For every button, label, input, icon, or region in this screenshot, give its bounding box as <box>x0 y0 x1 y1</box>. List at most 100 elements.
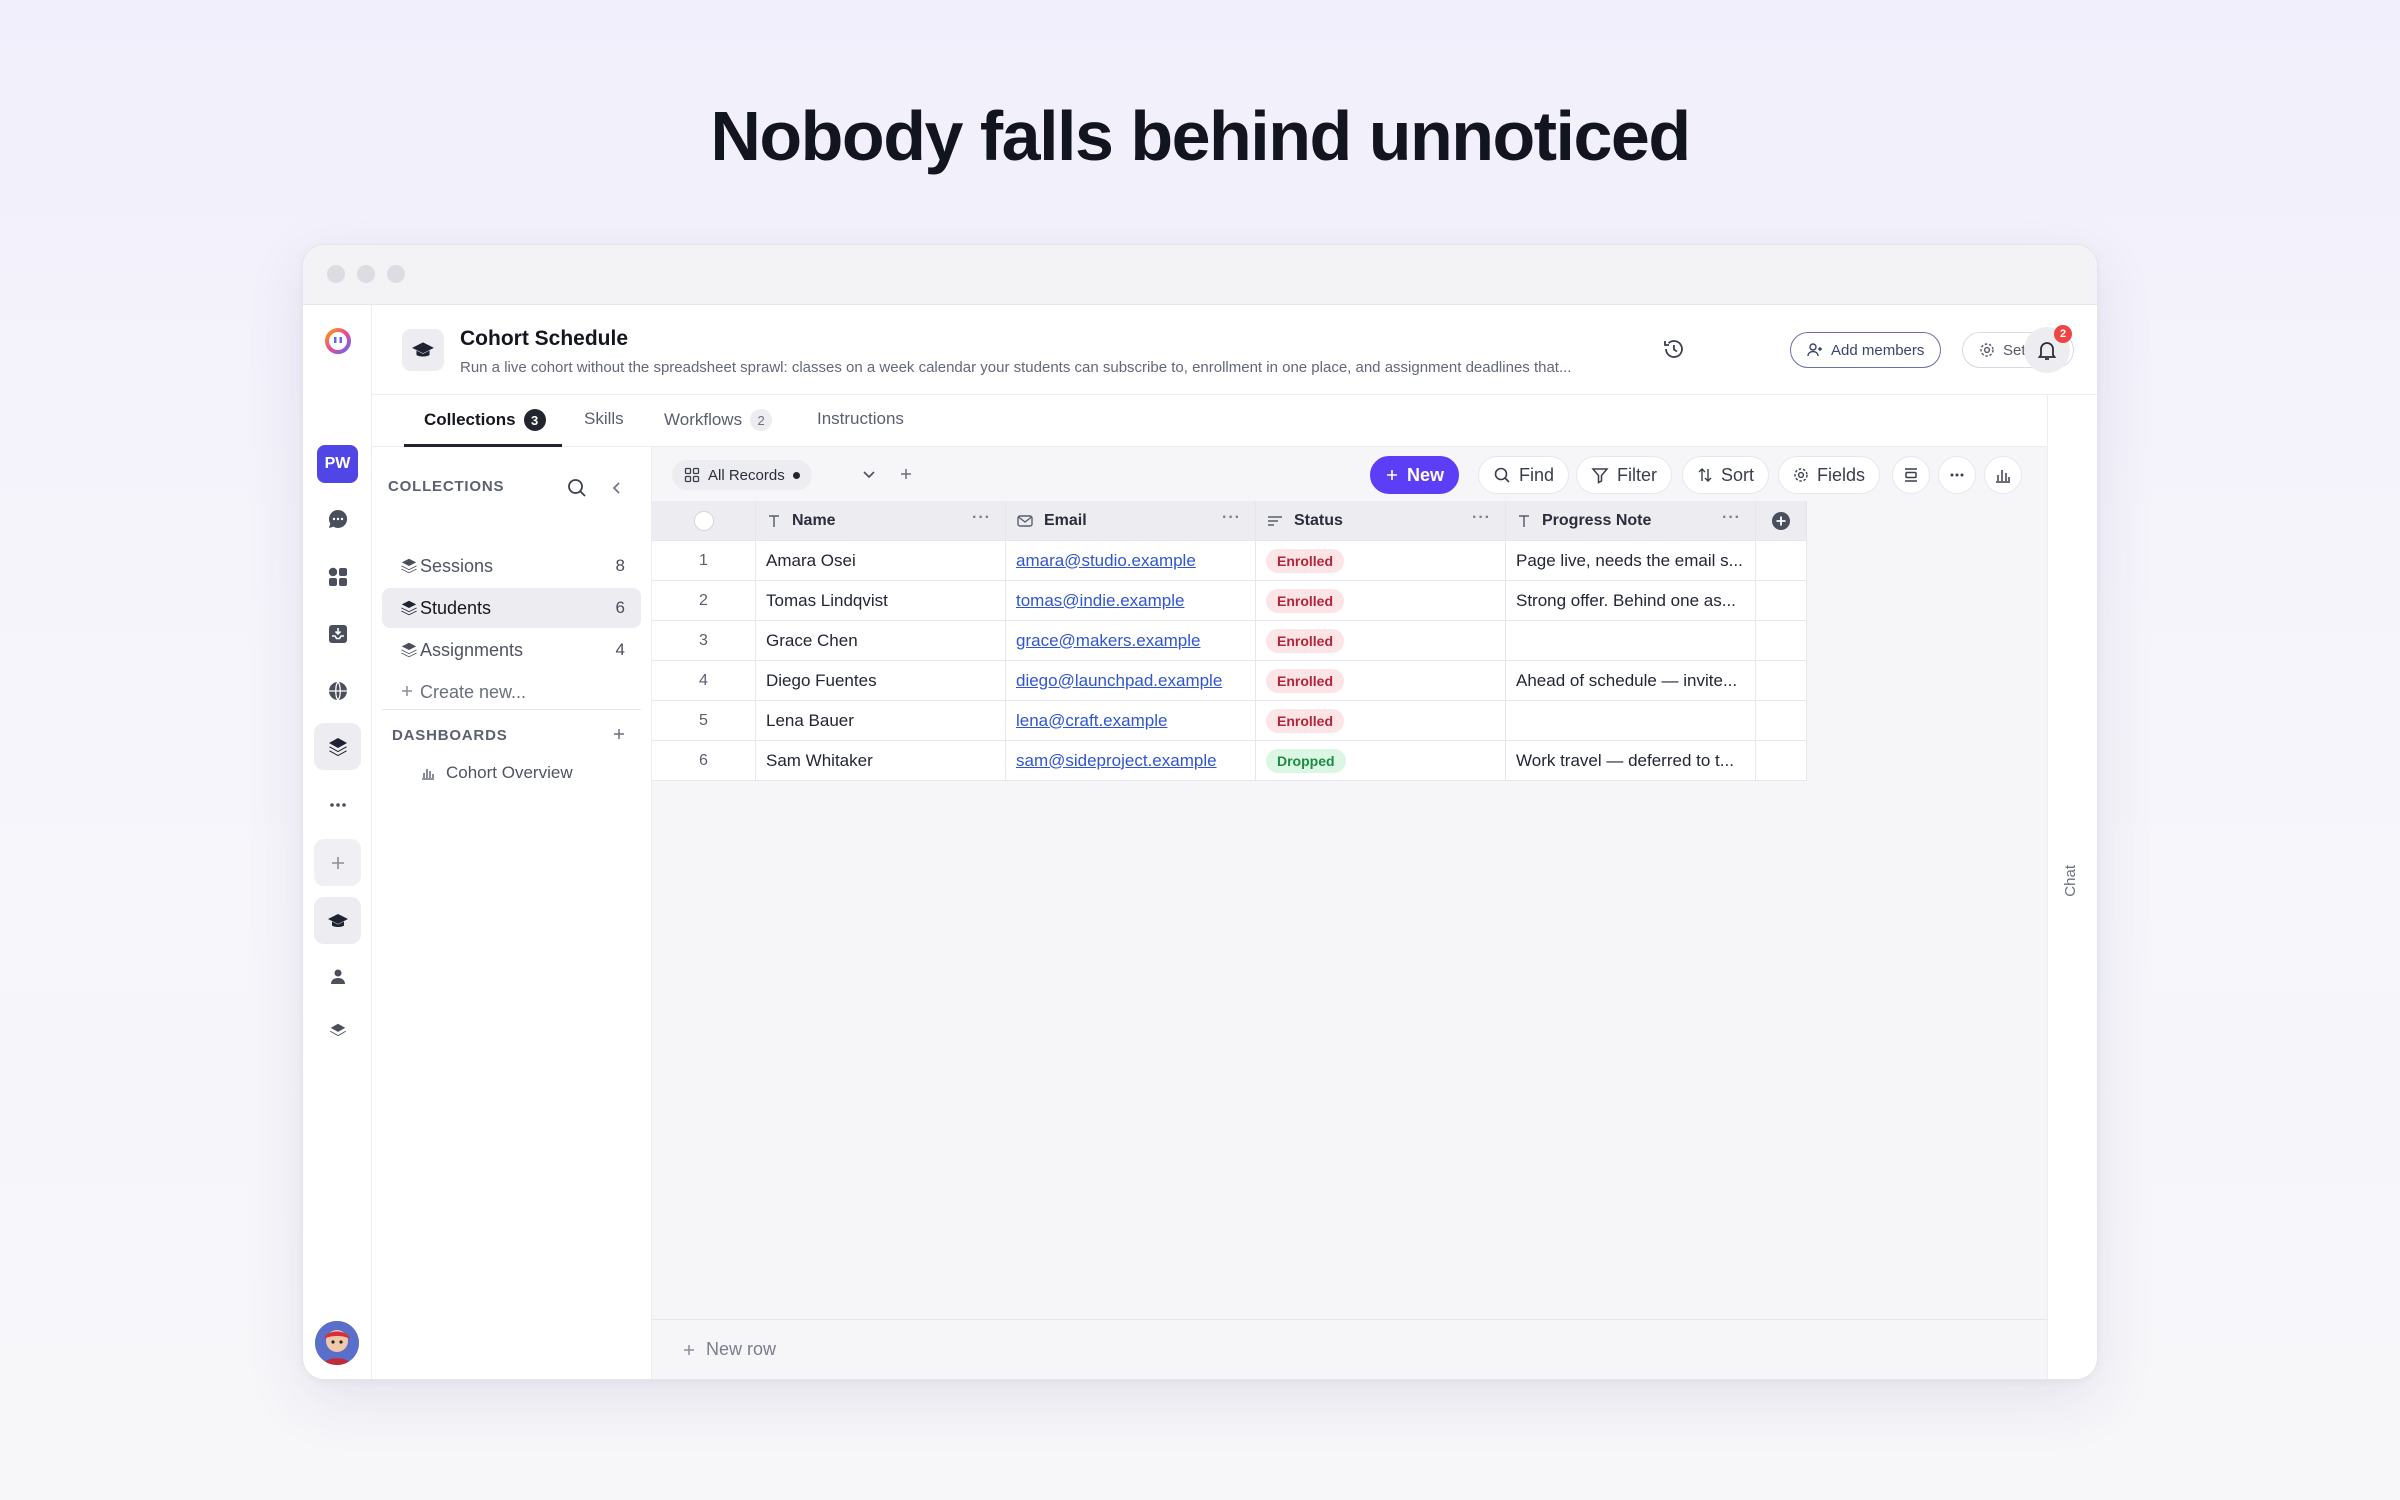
note-text: Work travel — deferred to t... <box>1516 750 1734 770</box>
tab-skills[interactable]: Skills <box>584 409 624 429</box>
row-number[interactable]: 6 <box>652 741 756 781</box>
column-menu-icon[interactable]: ··· <box>1722 509 1741 527</box>
workspace-avatar[interactable]: PW <box>317 445 358 483</box>
progress-note-cell[interactable]: Strong offer. Behind one as... <box>1506 581 1756 621</box>
select-all-checkbox[interactable] <box>693 510 714 531</box>
bar-chart-icon[interactable] <box>1984 456 2022 494</box>
name-cell[interactable]: Amara Osei <box>756 541 1006 581</box>
history-icon[interactable] <box>1662 337 1686 366</box>
more-options-icon[interactable] <box>1938 456 1976 494</box>
find-label: Find <box>1519 464 1555 485</box>
filter-button[interactable]: Filter <box>1576 456 1672 494</box>
progress-note-cell[interactable] <box>1506 621 1756 661</box>
column-header-email[interactable]: Email ··· <box>1006 501 1256 541</box>
add-members-button[interactable]: Add members <box>1790 332 1942 368</box>
row-number[interactable]: 3 <box>652 621 756 661</box>
notifications-button[interactable]: 2 <box>2024 325 2072 373</box>
table-row[interactable]: 2 Tomas Lindqvist tomas@indie.example Enrol… <box>652 581 1807 621</box>
apps-grid-icon[interactable] <box>314 553 361 600</box>
email-link[interactable]: diego@launchpad.example <box>1016 671 1222 691</box>
name-cell[interactable]: Diego Fuentes <box>756 661 1006 701</box>
add-view-icon[interactable] <box>898 466 914 487</box>
name-cell[interactable]: Lena Bauer <box>756 701 1006 741</box>
find-button[interactable]: Find <box>1478 456 1570 494</box>
email-cell[interactable]: amara@studio.example <box>1006 541 1256 581</box>
sidebar-item-students[interactable]: Students 6 <box>382 588 641 628</box>
table-row[interactable]: 5 Lena Bauer lena@craft.example Enrolled <box>652 701 1807 741</box>
tab-instructions[interactable]: Instructions <box>817 409 904 429</box>
progress-note-cell[interactable]: Page live, needs the email s... <box>1506 541 1756 581</box>
chevron-down-icon[interactable] <box>860 465 878 488</box>
app-logo-icon[interactable] <box>314 317 361 364</box>
table-row[interactable]: 3 Grace Chen grace@makers.example Enrolled <box>652 621 1807 661</box>
chat-bubble-icon[interactable] <box>314 495 361 542</box>
name-cell[interactable]: Grace Chen <box>756 621 1006 661</box>
row-number[interactable]: 4 <box>652 661 756 701</box>
email-link[interactable]: amara@studio.example <box>1016 551 1196 571</box>
name-cell[interactable]: Tomas Lindqvist <box>756 581 1006 621</box>
email-link[interactable]: tomas@indie.example <box>1016 591 1184 611</box>
graduation-cap-icon[interactable] <box>314 897 361 944</box>
name-cell[interactable]: Sam Whitaker <box>756 741 1006 781</box>
column-menu-icon[interactable]: ··· <box>1472 509 1491 527</box>
view-label: All Records <box>708 466 785 484</box>
status-cell[interactable]: Enrolled <box>1256 661 1506 701</box>
status-cell[interactable]: Enrolled <box>1256 621 1506 661</box>
table-row[interactable]: 6 Sam Whitaker sam@sideproject.example Drop… <box>652 741 1807 781</box>
email-link[interactable]: lena@craft.example <box>1016 711 1167 731</box>
layers-icon <box>401 600 417 616</box>
row-height-icon[interactable] <box>1892 456 1930 494</box>
status-cell[interactable]: Dropped <box>1256 741 1506 781</box>
row-number[interactable]: 2 <box>652 581 756 621</box>
progress-note-cell[interactable]: Work travel — deferred to t... <box>1506 741 1756 781</box>
column-header-name[interactable]: Name ··· <box>756 501 1006 541</box>
sidebar-item-assignments[interactable]: Assignments 4 <box>382 630 641 670</box>
progress-note-cell[interactable]: Ahead of schedule — invite... <box>1506 661 1756 701</box>
email-cell[interactable]: sam@sideproject.example <box>1006 741 1256 781</box>
window-close-dot[interactable] <box>327 265 345 283</box>
layers-icon[interactable] <box>314 1007 361 1054</box>
status-cell[interactable]: Enrolled <box>1256 541 1506 581</box>
window-minimize-dot[interactable] <box>357 265 375 283</box>
tab-collections[interactable]: Collections 3 <box>424 409 546 431</box>
column-menu-icon[interactable]: ··· <box>972 509 991 527</box>
collapse-sidebar-icon[interactable] <box>608 479 626 502</box>
view-selector[interactable]: All Records <box>672 460 812 490</box>
person-icon[interactable] <box>314 953 361 1000</box>
progress-note-cell[interactable] <box>1506 701 1756 741</box>
status-cell[interactable]: Enrolled <box>1256 581 1506 621</box>
collections-layers-icon[interactable] <box>314 723 361 770</box>
fields-button[interactable]: Fields <box>1778 456 1881 494</box>
table-row[interactable]: 4 Diego Fuentes diego@launchpad.example Enr… <box>652 661 1807 701</box>
sidebar-item-sessions[interactable]: Sessions 8 <box>382 546 641 586</box>
chat-panel-toggle[interactable]: Chat <box>2047 395 2097 1379</box>
user-avatar[interactable] <box>315 1321 359 1365</box>
sort-button[interactable]: Sort <box>1682 456 1770 494</box>
email-cell[interactable]: diego@launchpad.example <box>1006 661 1256 701</box>
status-cell[interactable]: Enrolled <box>1256 701 1506 741</box>
table-row[interactable]: 1 Amara Osei amara@studio.example Enrolled P… <box>652 541 1807 581</box>
column-header-progress-note[interactable]: Progress Note ··· <box>1506 501 1756 541</box>
create-new-collection[interactable]: Create new... <box>382 672 641 712</box>
new-record-button[interactable]: New <box>1370 456 1460 494</box>
window-zoom-dot[interactable] <box>387 265 405 283</box>
search-icon[interactable] <box>566 477 588 504</box>
email-cell[interactable]: lena@craft.example <box>1006 701 1256 741</box>
globe-icon[interactable] <box>314 667 361 714</box>
row-number[interactable]: 5 <box>652 701 756 741</box>
email-link[interactable]: grace@makers.example <box>1016 631 1201 651</box>
add-dashboard-icon[interactable] <box>612 727 626 746</box>
more-icon[interactable] <box>314 781 361 828</box>
add-icon[interactable] <box>314 839 361 886</box>
add-column-cell[interactable] <box>1756 501 1807 541</box>
email-link[interactable]: sam@sideproject.example <box>1016 751 1217 771</box>
new-row-button[interactable]: New row <box>652 1319 2047 1379</box>
column-header-status[interactable]: Status ··· <box>1256 501 1506 541</box>
email-cell[interactable]: grace@makers.example <box>1006 621 1256 661</box>
row-number[interactable]: 1 <box>652 541 756 581</box>
email-cell[interactable]: tomas@indie.example <box>1006 581 1256 621</box>
column-menu-icon[interactable]: ··· <box>1222 509 1241 527</box>
inbox-icon[interactable] <box>314 610 361 657</box>
tab-workflows[interactable]: Workflows 2 <box>664 409 773 431</box>
dashboard-item-cohort-overview[interactable]: Cohort Overview <box>382 753 641 793</box>
